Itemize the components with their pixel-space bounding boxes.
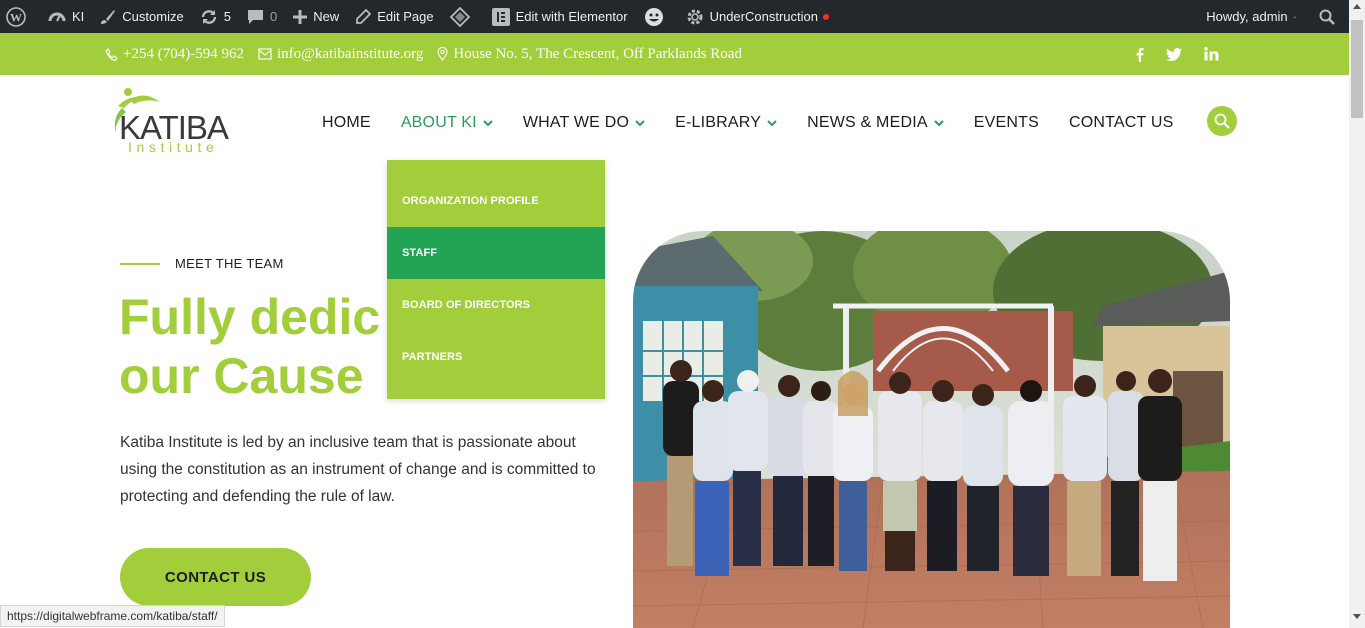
nav-news-media[interactable]: NEWS & MEDIA bbox=[807, 114, 944, 132]
comments-link[interactable]: 0 bbox=[239, 0, 285, 33]
phone-icon bbox=[105, 47, 118, 61]
dropdown-item-label: PARTNERS bbox=[402, 351, 463, 363]
avatar: · bbox=[1292, 9, 1297, 24]
my-account-menu[interactable]: Howdy, admin · bbox=[1198, 0, 1311, 33]
twitter-icon[interactable] bbox=[1166, 47, 1182, 61]
dropdown-item-partners[interactable]: PARTNERS bbox=[387, 331, 605, 383]
new-label: New bbox=[313, 9, 340, 24]
dashboard-icon bbox=[48, 12, 66, 21]
team-photo bbox=[633, 231, 1230, 628]
email-item[interactable]: info@katibainstitute.org bbox=[258, 46, 423, 63]
nav-news-media-label: NEWS & MEDIA bbox=[807, 114, 928, 131]
new-content-menu[interactable]: New bbox=[285, 0, 347, 33]
scrollbar-thumb[interactable] bbox=[1351, 20, 1363, 118]
scroll-down-arrow-icon[interactable] bbox=[1353, 614, 1361, 619]
contact-info: +254 (704)-594 962 info@katibainstitute.… bbox=[105, 33, 748, 75]
phone-text: +254 (704)-594 962 bbox=[123, 45, 244, 62]
site-logo[interactable]: KATIBA Institute bbox=[108, 86, 258, 156]
updates-icon bbox=[201, 9, 216, 24]
howdy-label: Howdy, admin bbox=[1206, 9, 1288, 24]
edit-with-elementor-link[interactable]: Edit with Elementor bbox=[484, 0, 636, 33]
social-links bbox=[1135, 33, 1219, 75]
nav-what-we-do[interactable]: WHAT WE DO bbox=[523, 114, 645, 132]
wordpress-logo-icon[interactable]: W bbox=[0, 0, 40, 33]
scroll-up-arrow-icon[interactable] bbox=[1353, 4, 1361, 9]
eyebrow-line bbox=[120, 262, 160, 265]
pencil-icon bbox=[356, 8, 372, 24]
hero-title-line-1: Fully dedic bbox=[119, 289, 381, 345]
nav-contact-us-label: CONTACT US bbox=[1068, 114, 1174, 131]
chevron-down-icon bbox=[767, 119, 777, 126]
dropdown-item-organization-profile[interactable]: ORGANIZATION PROFILE bbox=[387, 175, 605, 227]
dropdown-item-board-of-directors[interactable]: BOARD OF DIRECTORS bbox=[387, 279, 605, 331]
contact-us-button[interactable]: CONTACT US bbox=[120, 548, 311, 606]
updates-count: 5 bbox=[223, 9, 231, 24]
diamond-icon bbox=[449, 6, 470, 27]
nav-what-we-do-label: WHAT WE DO bbox=[522, 114, 630, 131]
elementor-label: Edit with Elementor bbox=[515, 9, 628, 24]
page-scrollbar[interactable] bbox=[1349, 0, 1365, 628]
site-search-button[interactable] bbox=[1207, 106, 1237, 136]
customize-link[interactable]: Customize bbox=[92, 0, 191, 33]
comments-count: 0 bbox=[269, 9, 278, 24]
status-dot bbox=[822, 13, 829, 20]
edit-page-label: Edit Page bbox=[377, 9, 434, 24]
logo-sub-text: Institute bbox=[128, 139, 218, 155]
map-pin-icon bbox=[437, 47, 448, 61]
envelope-icon bbox=[258, 48, 272, 60]
nav-home[interactable]: HOME bbox=[322, 114, 371, 132]
elementor-icon bbox=[491, 7, 510, 26]
diamond-menu[interactable] bbox=[442, 0, 484, 33]
facebook-icon[interactable] bbox=[1135, 47, 1144, 62]
chevron-down-icon bbox=[635, 119, 645, 126]
address-item: House No. 5, The Crescent, Off Parklands… bbox=[437, 46, 742, 63]
dropdown-item-staff[interactable]: STAFF bbox=[387, 227, 605, 279]
dropdown-item-label: STAFF bbox=[402, 247, 438, 259]
nav-contact-us[interactable]: CONTACT US bbox=[1069, 114, 1174, 132]
eyebrow-text: MEET THE TEAM bbox=[175, 256, 284, 271]
chevron-down-icon bbox=[483, 119, 493, 126]
admin-bar: W KI Customize 5 0 New Edit Page Edit wi… bbox=[0, 0, 1365, 33]
top-contact-bar: +254 (704)-594 962 info@katibainstitute.… bbox=[0, 33, 1349, 75]
hero-title: Fully dedic our Cause bbox=[119, 288, 419, 406]
edit-page-link[interactable]: Edit Page bbox=[347, 0, 441, 33]
main-nav: HOME ABOUT KI WHAT WE DO E-LIBRARY NEWS … bbox=[322, 114, 1203, 132]
link-status-url: https://digitalwebframe.com/katiba/staff… bbox=[0, 605, 225, 627]
section-eyebrow: MEET THE TEAM bbox=[120, 256, 284, 271]
site-name-menu[interactable]: KI bbox=[40, 0, 92, 33]
comment-icon bbox=[247, 9, 263, 24]
customize-label: Customize bbox=[122, 9, 184, 24]
search-icon bbox=[1214, 113, 1230, 129]
dropdown-item-label: BOARD OF DIRECTORS bbox=[402, 299, 531, 311]
nav-home-label: HOME bbox=[322, 114, 371, 131]
hero-title-line-2: our Cause bbox=[119, 348, 364, 404]
nav-about-ki[interactable]: ABOUT KI bbox=[401, 114, 493, 132]
chevron-down-icon bbox=[934, 119, 944, 126]
email-text: info@katibainstitute.org bbox=[276, 45, 424, 62]
dropdown-item-label: ORGANIZATION PROFILE bbox=[402, 195, 539, 207]
under-construction-menu[interactable]: UnderConstruction bbox=[678, 0, 837, 33]
updates-link[interactable]: 5 bbox=[192, 0, 239, 33]
admin-bar-right: Howdy, admin · bbox=[1198, 0, 1365, 33]
search-icon bbox=[1319, 9, 1335, 25]
gear-icon bbox=[687, 9, 703, 24]
under-construction-label: UnderConstruction bbox=[709, 9, 818, 24]
nav-e-library[interactable]: E-LIBRARY bbox=[675, 114, 777, 132]
about-ki-dropdown: ORGANIZATION PROFILE STAFF BOARD OF DIRE… bbox=[387, 160, 605, 399]
nav-e-library-label: E-LIBRARY bbox=[675, 114, 762, 131]
nav-events[interactable]: EVENTS bbox=[974, 114, 1039, 132]
svg-text:W: W bbox=[10, 10, 22, 24]
brush-icon bbox=[101, 9, 116, 24]
contact-us-button-label: CONTACT US bbox=[164, 568, 267, 586]
site-name-label: KI bbox=[72, 9, 85, 24]
phone-item[interactable]: +254 (704)-594 962 bbox=[105, 46, 244, 63]
plus-icon bbox=[293, 9, 308, 24]
address-text: House No. 5, The Crescent, Off Parklands… bbox=[453, 45, 742, 62]
hero-description: Katiba Institute is led by an inclusive … bbox=[120, 434, 596, 505]
smiley-icon bbox=[644, 7, 663, 26]
nav-events-label: EVENTS bbox=[973, 114, 1039, 131]
smiley-menu[interactable] bbox=[636, 0, 678, 33]
nav-about-ki-label: ABOUT KI bbox=[400, 114, 477, 131]
linkedin-icon[interactable] bbox=[1204, 47, 1219, 61]
